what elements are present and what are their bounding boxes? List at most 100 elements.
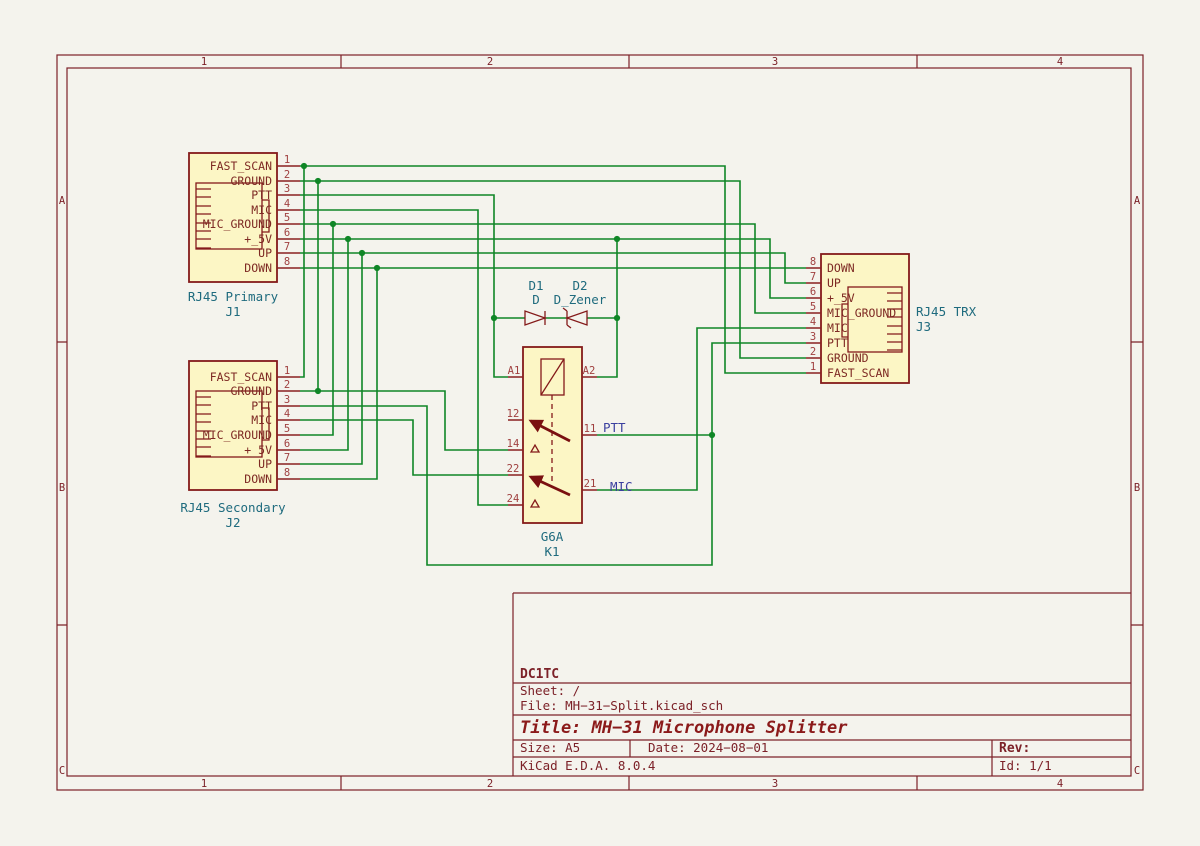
- symbol-k1-relay[interactable]: A1 A2 12 14 22 24 11 21 G6A K1: [507, 347, 597, 559]
- title-block-company: DC1TC: [520, 667, 559, 682]
- diode-icon: [525, 311, 545, 325]
- j3-pin-name: +_5V: [827, 291, 855, 305]
- j1-pin-name: MIC_GROUND: [203, 217, 272, 231]
- j1-pin-number: 2: [284, 169, 290, 181]
- j2-pin-name: GROUND: [230, 384, 272, 398]
- k1-pin-a2: A2: [583, 365, 596, 377]
- j3-pin-number: 5: [810, 301, 816, 313]
- j1-pin-name: FAST_SCAN: [210, 159, 272, 173]
- wire-junctions: [301, 163, 715, 438]
- frame-col-label: 4: [1057, 56, 1063, 68]
- symbol-d2-zener-diode[interactable]: D2 D_Zener: [554, 278, 607, 328]
- j2-pin-number: 3: [284, 394, 290, 406]
- j1-value: RJ45 Primary: [188, 289, 279, 304]
- title-block-lines: [513, 593, 1131, 776]
- title-block-date: Date: 2024−08−01: [648, 740, 768, 755]
- k1-pin-a1: A1: [508, 365, 521, 377]
- d2-value: D_Zener: [554, 292, 607, 307]
- j3-pin-number: 6: [810, 286, 816, 298]
- j2-pin-name: +_5V: [244, 443, 272, 457]
- j1-pin-number: 8: [284, 256, 290, 268]
- j3-pin-number: 8: [810, 256, 816, 268]
- k1-pin-14: 14: [507, 438, 520, 450]
- j2-pin-name: UP: [258, 457, 272, 471]
- wire-j2-down[interactable]: [300, 268, 377, 479]
- j3-pin-number: 7: [810, 271, 816, 283]
- j3-pin-name: DOWN: [827, 261, 855, 275]
- j1-ref: J1: [225, 304, 240, 319]
- j1-pin-number: 5: [284, 212, 290, 224]
- symbol-j3-rj45-trx[interactable]: 8 7 6 5 4 3 2 1 DOWN UP +_5V MIC_GROUND …: [806, 254, 977, 383]
- wire-j1-mic[interactable]: [300, 210, 508, 505]
- title-block: DC1TC Sheet: / File: MH−31−Split.kicad_s…: [513, 593, 1131, 776]
- d2-ref: D2: [572, 278, 587, 293]
- j2-pin-number: 4: [284, 408, 290, 420]
- j3-pin-number: 4: [810, 316, 816, 328]
- j1-pin-name: MIC: [251, 203, 272, 217]
- j3-ref: J3: [916, 319, 931, 334]
- title-block-id: Id: 1/1: [999, 758, 1052, 773]
- j1-pin-number: 3: [284, 183, 290, 195]
- symbol-j1-rj45-primary[interactable]: 1 2 3 4 5 6 7 8 FAST_SCAN GROUND PTT MIC…: [188, 153, 300, 319]
- j1-pin-name: PTT: [251, 188, 272, 202]
- j3-pin-name: MIC: [827, 321, 848, 335]
- j2-pin-number: 5: [284, 423, 290, 435]
- k1-pin-22: 22: [507, 463, 520, 475]
- frame-col-label: 2: [487, 778, 493, 790]
- wire-relay21-mic[interactable]: [597, 328, 806, 490]
- frame-row-label: C: [1134, 765, 1140, 777]
- d1-value: D: [532, 292, 540, 307]
- frame-col-label: 2: [487, 56, 493, 68]
- j3-pin-name: MIC_GROUND: [827, 306, 896, 320]
- j3-value: RJ45 TRX: [916, 304, 977, 319]
- j3-pin-number: 2: [810, 346, 816, 358]
- d1-ref: D1: [528, 278, 543, 293]
- k1-pin-12: 12: [507, 408, 520, 420]
- j2-pin-number: 7: [284, 452, 290, 464]
- j2-pin-number: 2: [284, 379, 290, 391]
- k1-pin-21: 21: [584, 478, 597, 490]
- frame-row-label: A: [59, 195, 66, 207]
- title-block-tool: KiCad E.D.A. 8.0.4: [520, 758, 655, 773]
- title-block-file: File: MH−31−Split.kicad_sch: [520, 698, 723, 713]
- j1-pin-number: 4: [284, 198, 290, 210]
- j2-pin-name: MIC_GROUND: [203, 428, 272, 442]
- j2-value: RJ45 Secondary: [180, 500, 286, 515]
- frame-row-label: B: [1134, 482, 1140, 494]
- title-block-rev: Rev:: [999, 741, 1030, 756]
- wire-j2-fastscan[interactable]: [300, 166, 304, 377]
- net-label-ptt[interactable]: PTT: [603, 420, 626, 435]
- j1-pin-name: +_5V: [244, 232, 272, 246]
- j3-pin-number: 3: [810, 331, 816, 343]
- frame-col-label: 1: [201, 778, 207, 790]
- frame-col-label: 1: [201, 56, 207, 68]
- wire-j2-5v[interactable]: [300, 239, 348, 450]
- k1-value: G6A: [541, 529, 564, 544]
- k1-pin-11: 11: [584, 423, 597, 435]
- symbol-j2-rj45-secondary[interactable]: 1 2 3 4 5 6 7 8 FAST_SCAN GROUND PTT MIC…: [180, 361, 300, 530]
- net-label-mic[interactable]: MIC: [610, 479, 633, 494]
- symbol-d1-diode[interactable]: D1 D: [525, 278, 545, 325]
- j1-pin-name: GROUND: [230, 174, 272, 188]
- wire-coil-a2-5v[interactable]: [597, 239, 617, 377]
- j1-pin-name: DOWN: [244, 261, 272, 275]
- frame-col-label: 3: [772, 56, 778, 68]
- j1-pin-number: 6: [284, 227, 290, 239]
- j3-pin-name: FAST_SCAN: [827, 366, 889, 380]
- j3-pin-name: GROUND: [827, 351, 869, 365]
- j2-pin-number: 6: [284, 438, 290, 450]
- wire-j2-micground[interactable]: [300, 224, 333, 435]
- frame-row-label: B: [59, 482, 65, 494]
- k1-pin-24: 24: [507, 493, 520, 505]
- j1-pin-name: UP: [258, 246, 272, 260]
- wire-j2-mic-relay22[interactable]: [300, 420, 508, 475]
- schematic-sheet: 1 2 3 4 1 2 3 4 A B C A B C: [0, 0, 1200, 846]
- frame-col-label: 3: [772, 778, 778, 790]
- j3-pin-name: PTT: [827, 336, 848, 350]
- title-block-title: Title: MH−31 Microphone Splitter: [520, 718, 848, 738]
- j2-ref: J2: [225, 515, 240, 530]
- frame-row-label: C: [59, 765, 65, 777]
- wire-j2-up[interactable]: [300, 253, 362, 464]
- frame-row-label: A: [1134, 195, 1141, 207]
- j1-pin-number: 7: [284, 241, 290, 253]
